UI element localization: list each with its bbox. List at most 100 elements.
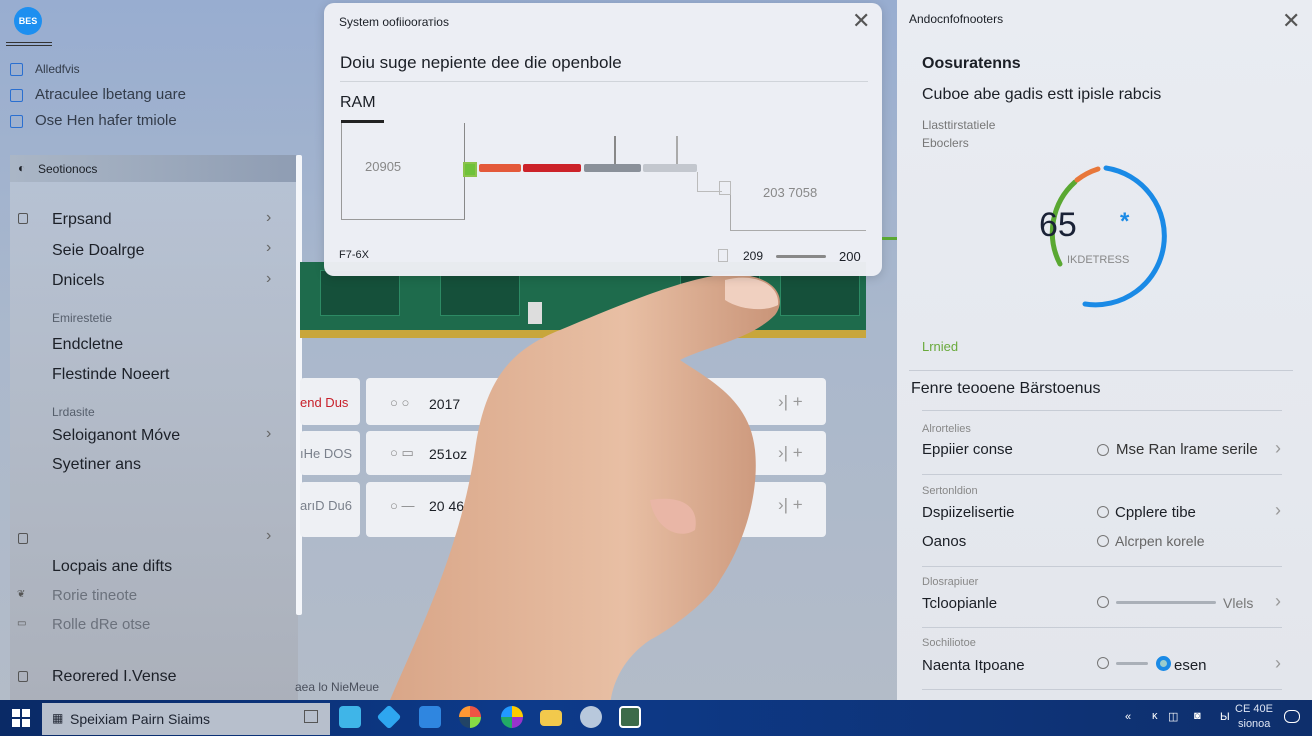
color-ball-app-icon[interactable] — [459, 706, 481, 728]
radio-button[interactable] — [1097, 657, 1109, 669]
item-icon — [18, 533, 28, 544]
footer-label: F7-6X — [339, 249, 369, 261]
checkbox[interactable] — [10, 63, 23, 76]
setting-name: Naenta Itpoane — [922, 657, 1025, 674]
user-avatar[interactable]: BES — [14, 7, 42, 35]
gauge-value: 65 — [1039, 206, 1077, 244]
setting-name: Eppiier conse — [922, 441, 1013, 458]
photo-app-icon[interactable] — [619, 706, 641, 728]
panel-title: Andocnfofnooters — [909, 12, 1004, 26]
group-label: Alrortelies — [922, 423, 971, 435]
nav-item[interactable]: Locpais ane difts — [52, 558, 172, 576]
dialog-title: System oofiioorатios — [339, 15, 449, 29]
group-label: Dlosrapiuer — [922, 576, 979, 588]
chart-bracket — [341, 123, 465, 220]
toggle-on-icon[interactable] — [1156, 656, 1171, 671]
caption-text: aea lo NieMeue — [295, 680, 380, 694]
row-label-card[interactable]: arıD Du6 — [300, 482, 360, 537]
radio-button[interactable] — [1097, 535, 1109, 547]
nav-item[interactable]: Reorered I.Vense — [52, 668, 177, 686]
setting-option[interactable]: Cpplere tibe — [1115, 504, 1196, 521]
nav-item[interactable]: Syetiner ans — [52, 456, 141, 474]
row-label: arıD Du6 — [300, 498, 353, 513]
camera-app-icon[interactable] — [339, 706, 361, 728]
setting-option[interactable]: Mse Ran lrame serile — [1116, 441, 1258, 458]
panel-heading: Oosuratenns — [922, 55, 1021, 72]
info-icon: ◐ — [18, 161, 26, 175]
setting-option: Vlels — [1223, 595, 1254, 611]
group-label: Sertonldion — [922, 485, 978, 497]
row-label-card[interactable]: end Dus — [300, 378, 360, 425]
close-icon[interactable]: ✕ — [852, 8, 870, 34]
bar-segment — [479, 164, 521, 172]
item-icon — [18, 213, 28, 224]
setting-name: Oanos — [922, 533, 967, 550]
document-app-icon[interactable] — [419, 706, 441, 728]
battery-icon[interactable]: ◙ — [1194, 710, 1201, 722]
chevron-right-icon[interactable]: › — [1275, 500, 1281, 521]
nav-item[interactable]: Erpsand — [52, 211, 112, 229]
checkbox[interactable] — [10, 89, 23, 102]
chevron-right-icon[interactable]: › — [1275, 591, 1281, 612]
close-icon[interactable]: ✕ — [1282, 8, 1300, 34]
bar-segment — [523, 164, 581, 172]
tab-ram[interactable]: RAM — [340, 94, 376, 112]
nav-item[interactable]: Rolle dRe otse — [52, 616, 150, 633]
section-label: Emirestetie — [52, 311, 113, 325]
device-icon: ▭ — [17, 618, 27, 629]
panel-subheading: Cuboe abe gadis estt ipisle rabcis — [922, 86, 1162, 103]
marker-icon — [463, 162, 477, 177]
left-panel-title: Seotionocs — [38, 162, 98, 176]
setting-name: Dspiizelisertie — [922, 504, 1015, 521]
nav-item[interactable]: Endcletne — [52, 336, 123, 354]
meta-text: Eboclers — [922, 136, 969, 150]
row-label-card[interactable]: ıHe DOS — [300, 431, 360, 475]
nav-item[interactable]: Seie Doalrge — [52, 242, 145, 260]
asterisk-icon: * — [1120, 208, 1130, 235]
setting-option: esen — [1174, 657, 1207, 674]
chevron-right-icon: › — [266, 270, 272, 287]
radio-button[interactable] — [1097, 596, 1109, 608]
network-icon[interactable]: ĸ — [1152, 710, 1158, 722]
chevron-right-icon: › — [266, 425, 272, 442]
checkbox-label: Alledfvis — [35, 62, 80, 76]
widgets-icon: ▦ — [52, 711, 64, 725]
nav-item[interactable]: Flestinde Noeert — [52, 366, 169, 384]
slider[interactable] — [776, 255, 826, 258]
divider — [6, 42, 52, 46]
slider[interactable] — [1116, 662, 1148, 665]
tray-overflow-icon[interactable]: « — [1125, 711, 1131, 723]
nav-item[interactable]: Rorie tineote — [52, 587, 137, 604]
bar-segment — [643, 164, 697, 172]
language-icon[interactable]: Ы — [1220, 711, 1230, 723]
clock-time[interactable]: CE 40E — [1235, 703, 1273, 715]
checkbox[interactable] — [10, 115, 23, 128]
checkbox-label: Ose Hen hafer tmiole — [35, 112, 177, 129]
radio-button[interactable] — [1097, 506, 1109, 518]
folder-app-icon[interactable] — [540, 710, 562, 726]
cloud-app-icon[interactable] — [580, 706, 602, 728]
chevron-right-icon[interactable]: › — [1275, 653, 1281, 674]
notification-icon[interactable] — [1284, 710, 1300, 723]
setting-option[interactable]: Alcrpen korele — [1115, 533, 1205, 549]
palette-app-icon[interactable] — [501, 706, 523, 728]
slider[interactable] — [1116, 601, 1216, 604]
item-icon — [18, 671, 28, 682]
nav-item[interactable]: Seloiganont Móve — [52, 427, 180, 445]
system-dialog: System oofiioorатios ✕ Doiu suge nepient… — [324, 3, 882, 276]
taskbar-search[interactable]: ▦ Speixiam Pairn Siaims — [42, 703, 330, 735]
nav-item[interactable]: Dnicels — [52, 272, 104, 290]
windows-start-icon[interactable] — [12, 709, 30, 727]
group-label: Sochiliotoe — [922, 637, 976, 649]
bar-segment — [584, 164, 641, 172]
clock-date[interactable]: sionoa — [1238, 718, 1270, 730]
chevron-right-icon[interactable]: › — [1275, 438, 1281, 459]
volume-icon[interactable]: ◫ — [1168, 710, 1178, 723]
dialog-heading: Doiu suge nepiente dee die openbole — [340, 53, 622, 72]
meta-text: Llasttirstatiele — [922, 118, 996, 132]
window-icon[interactable] — [304, 710, 318, 723]
chevron-right-icon: › — [266, 527, 272, 544]
radio-button[interactable] — [1097, 444, 1109, 456]
section-title: Fenre teooene Bärstoenus — [911, 380, 1101, 397]
gauge-label: IKDETRESS — [1067, 254, 1130, 266]
